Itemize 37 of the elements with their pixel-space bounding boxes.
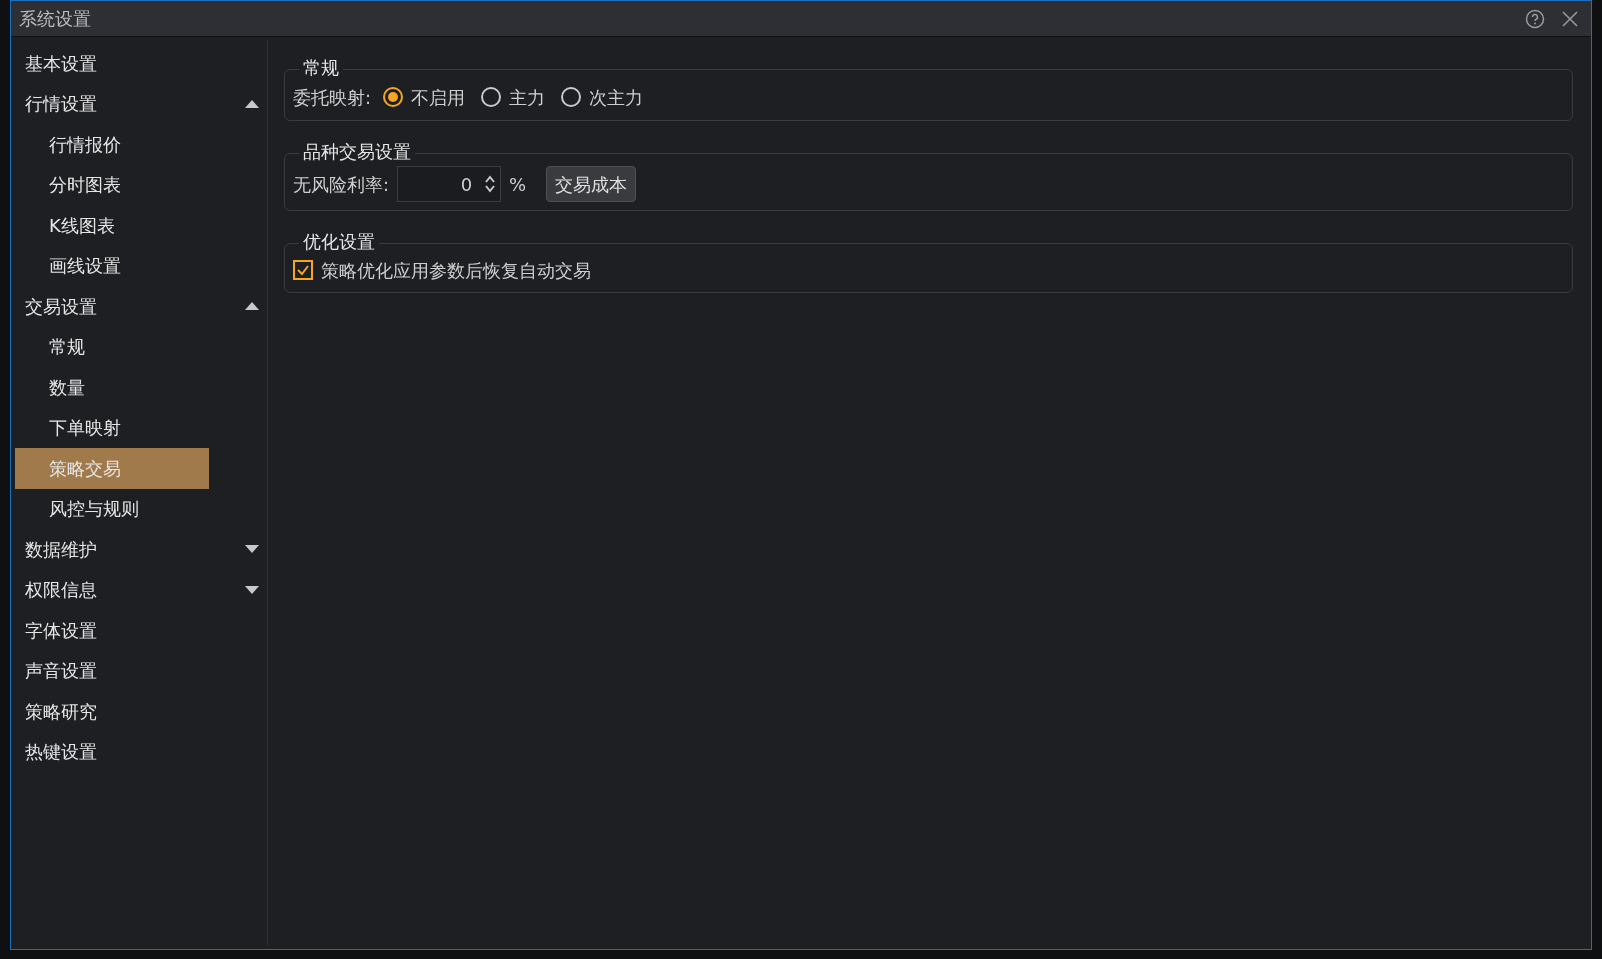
- sidebar-item[interactable]: 基本设置: [15, 43, 267, 84]
- sidebar-item[interactable]: 画线设置: [15, 245, 209, 286]
- radio-option[interactable]: 主力: [481, 83, 546, 111]
- radio-option[interactable]: 不启用: [383, 83, 466, 111]
- field-label: 无风险利率:: [293, 172, 390, 197]
- expand-arrow-icon: [245, 585, 259, 594]
- sidebar-item[interactable]: 风控与规则: [15, 488, 209, 529]
- window-title: 系统设置: [19, 7, 91, 31]
- close-icon[interactable]: [1561, 9, 1579, 28]
- help-icon[interactable]: [1525, 8, 1545, 29]
- collapse-arrow-icon: [245, 99, 259, 108]
- sidebar-item[interactable]: 数量: [15, 367, 209, 408]
- sidebar-item[interactable]: 热键设置: [15, 731, 267, 772]
- sidebar-item[interactable]: 常规: [15, 326, 209, 367]
- sidebar-item[interactable]: 声音设置: [15, 650, 267, 691]
- checkmark-icon: [296, 263, 310, 277]
- sidebar-item[interactable]: K线图表: [15, 205, 209, 246]
- radio-option[interactable]: 次主力: [561, 83, 644, 111]
- sidebar-item[interactable]: 行情报价: [15, 124, 209, 165]
- spin-arrows-icon[interactable]: [484, 174, 497, 194]
- sidebar-item[interactable]: 策略研究: [15, 691, 267, 732]
- rate-spin-field[interactable]: 0: [397, 166, 502, 202]
- trade-cost-button[interactable]: 交易成本: [546, 166, 637, 202]
- expand-arrow-icon: [245, 545, 259, 554]
- sidebar-item[interactable]: 交易设置: [15, 286, 267, 327]
- collapse-arrow-icon: [245, 302, 259, 311]
- sidebar-item[interactable]: 权限信息: [15, 569, 267, 610]
- checkbox-option[interactable]: 策略优化应用参数后恢复自动交易: [293, 256, 1564, 284]
- sidebar-item[interactable]: 分时图表: [15, 164, 209, 205]
- unit-label: %: [509, 172, 527, 197]
- sidebar-item[interactable]: 数据维护: [15, 529, 267, 570]
- field-label: 委托映射:: [293, 85, 372, 110]
- sidebar-item[interactable]: 字体设置: [15, 610, 267, 651]
- sidebar-item[interactable]: 行情设置: [15, 83, 267, 124]
- group-title: 优化设置: [299, 230, 379, 254]
- sidebar-item[interactable]: 下单映射: [15, 407, 209, 448]
- group-title: 品种交易设置: [299, 140, 415, 164]
